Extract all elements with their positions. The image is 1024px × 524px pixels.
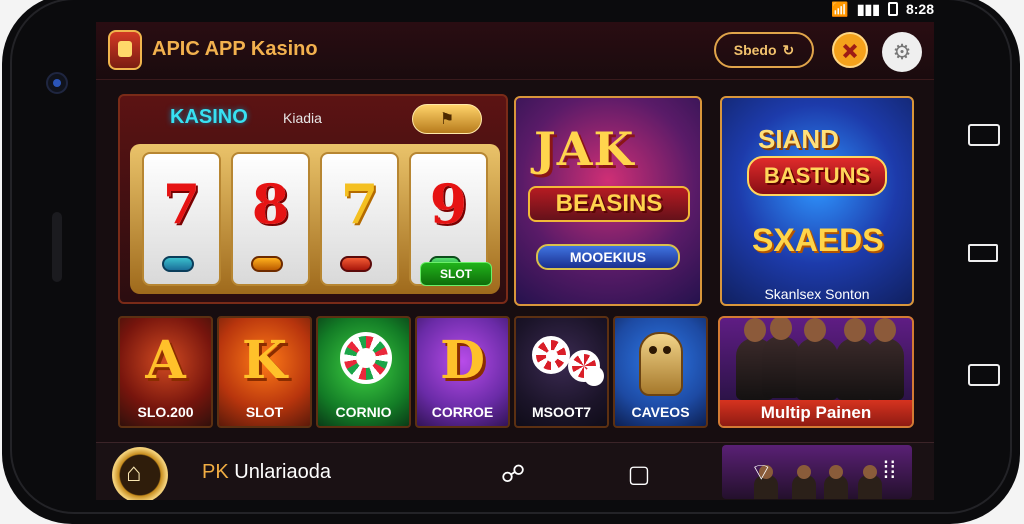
coin-balance-label: Sbedo [733,42,777,58]
gem-icon [340,256,372,272]
home-icon[interactable] [968,244,998,262]
app-screen: APIC APP Kasino Sbedo ↻ ⚙ KASINO Kiadia … [96,22,934,500]
app-title: APIC APP Kasino [152,38,318,60]
status-time: 8:28 [905,1,934,17]
refresh-icon: ↻ [782,41,795,58]
front-camera [46,72,68,94]
player-head [770,318,792,340]
signal-icon: ▮▮▮ [856,0,880,17]
promo-badge: SXAEDS [752,222,884,258]
casino-chip-icon [532,336,570,374]
game-tile[interactable]: D CORROE [415,316,510,428]
wifi-icon: 📶 [831,0,849,17]
tile-label: CAVEOS [631,404,690,420]
coin-balance-button[interactable]: Sbedo ↻ [714,32,814,68]
promo-badge: MOOEKIUS [536,244,680,270]
close-icon[interactable] [832,32,868,68]
tile-label: CORROE [431,404,494,420]
reel-number: 9 [429,172,468,236]
character-icon [639,332,683,396]
bottom-bar: PK Unlariaoda ☍ ▢ ⌔ ⁞⁞ [96,442,934,500]
settings-gear-icon[interactable]: ⚙ [882,32,922,72]
player-avatar [796,318,838,400]
game-tile[interactable]: MSOOT7 [514,316,609,428]
app-logo-icon [108,30,142,70]
status-bar: 📶 ▮▮▮ 8:28 [831,0,934,18]
chat-icon[interactable]: ☍ [498,459,528,489]
promo-title: JAK [534,122,635,176]
promo-subtitle: BEASINS [528,186,690,222]
game-tile-row: A SLO.200 K SLOT CORNIO D CORROE MSOOT7 … [118,316,708,428]
slot-brand: KASINO [170,106,248,128]
game-tile[interactable]: CORNIO [316,316,411,428]
slot-reel: 8 [231,152,310,286]
tile-glyph: A [145,330,186,391]
chat-icon[interactable]: ⌔ [750,457,773,487]
tile-label: CORNIO [335,404,392,420]
tile-label: SLOT [245,404,284,420]
player-avatar [824,465,848,499]
game-tile[interactable]: A SLO.200 [118,316,213,428]
slot-machine-panel[interactable]: KASINO Kiadia ⚑ 7 8 7 9 SLOT [118,94,508,304]
reel-number: 7 [162,172,201,236]
top-bar: APIC APP Kasino Sbedo ↻ ⚙ [96,22,934,80]
game-tile[interactable]: K SLOT [217,316,312,428]
slot-controls-button[interactable]: ⚑ [412,104,482,134]
phone-side-slot [52,212,62,282]
gem-icon [251,256,283,272]
casino-chip-icon [340,332,392,384]
grid-icon[interactable]: ⁞⁞ [883,457,896,485]
recent-apps-icon[interactable] [968,124,1000,146]
phone-navigation [966,120,1006,400]
bottom-logo-icon[interactable] [112,447,168,500]
battery-icon [887,2,898,16]
promo-title: SIAND [758,124,839,154]
promo-caption: Skanlsex Sonton [764,286,870,302]
bottom-title: PK Unlariaoda [202,461,331,484]
player-avatar [762,318,800,398]
tile-glyph: K [241,330,288,391]
multiplayer-card[interactable]: Multip Painen [718,316,914,428]
reel-number: 8 [251,172,290,236]
casino-chip-icon [568,350,604,386]
player-head [744,318,766,342]
bottom-title-accent: PK [202,461,229,483]
player-head [874,318,896,342]
slot-subtitle: Kiadia [283,110,322,126]
promo-card-siand[interactable]: SIAND BASTUNS SXAEDS Skanlsex Sonton [720,96,914,306]
player-avatar [792,465,816,499]
player-head [844,318,866,342]
tile-label: SLO.200 [137,404,194,420]
promo-card-jak[interactable]: JAK BEASINS MOOEKIUS [514,96,702,306]
gem-icon [162,256,194,272]
reel-number: 7 [340,172,379,236]
play-icon: ⚑ [439,111,455,128]
slot-reel: 7 [142,152,221,286]
page-icon[interactable]: ▢ [624,459,654,489]
bottom-title-rest: Unlariaoda [228,461,331,483]
player-avatar [858,465,882,499]
game-tile[interactable]: CAVEOS [613,316,708,428]
back-icon[interactable] [968,364,1000,386]
player-avatar [866,318,904,400]
promo-subtitle: BASTUNS [747,156,887,196]
bottom-promo-card[interactable]: ⌔ ⁞⁞ [722,445,912,499]
tile-label: MSOOT7 [531,404,592,420]
slot-reel: 7 [320,152,399,286]
player-head [804,318,826,342]
slot-button[interactable]: SLOT [420,262,492,286]
tile-glyph: D [439,330,486,391]
multiplayer-label: Multip Painen [720,400,912,426]
